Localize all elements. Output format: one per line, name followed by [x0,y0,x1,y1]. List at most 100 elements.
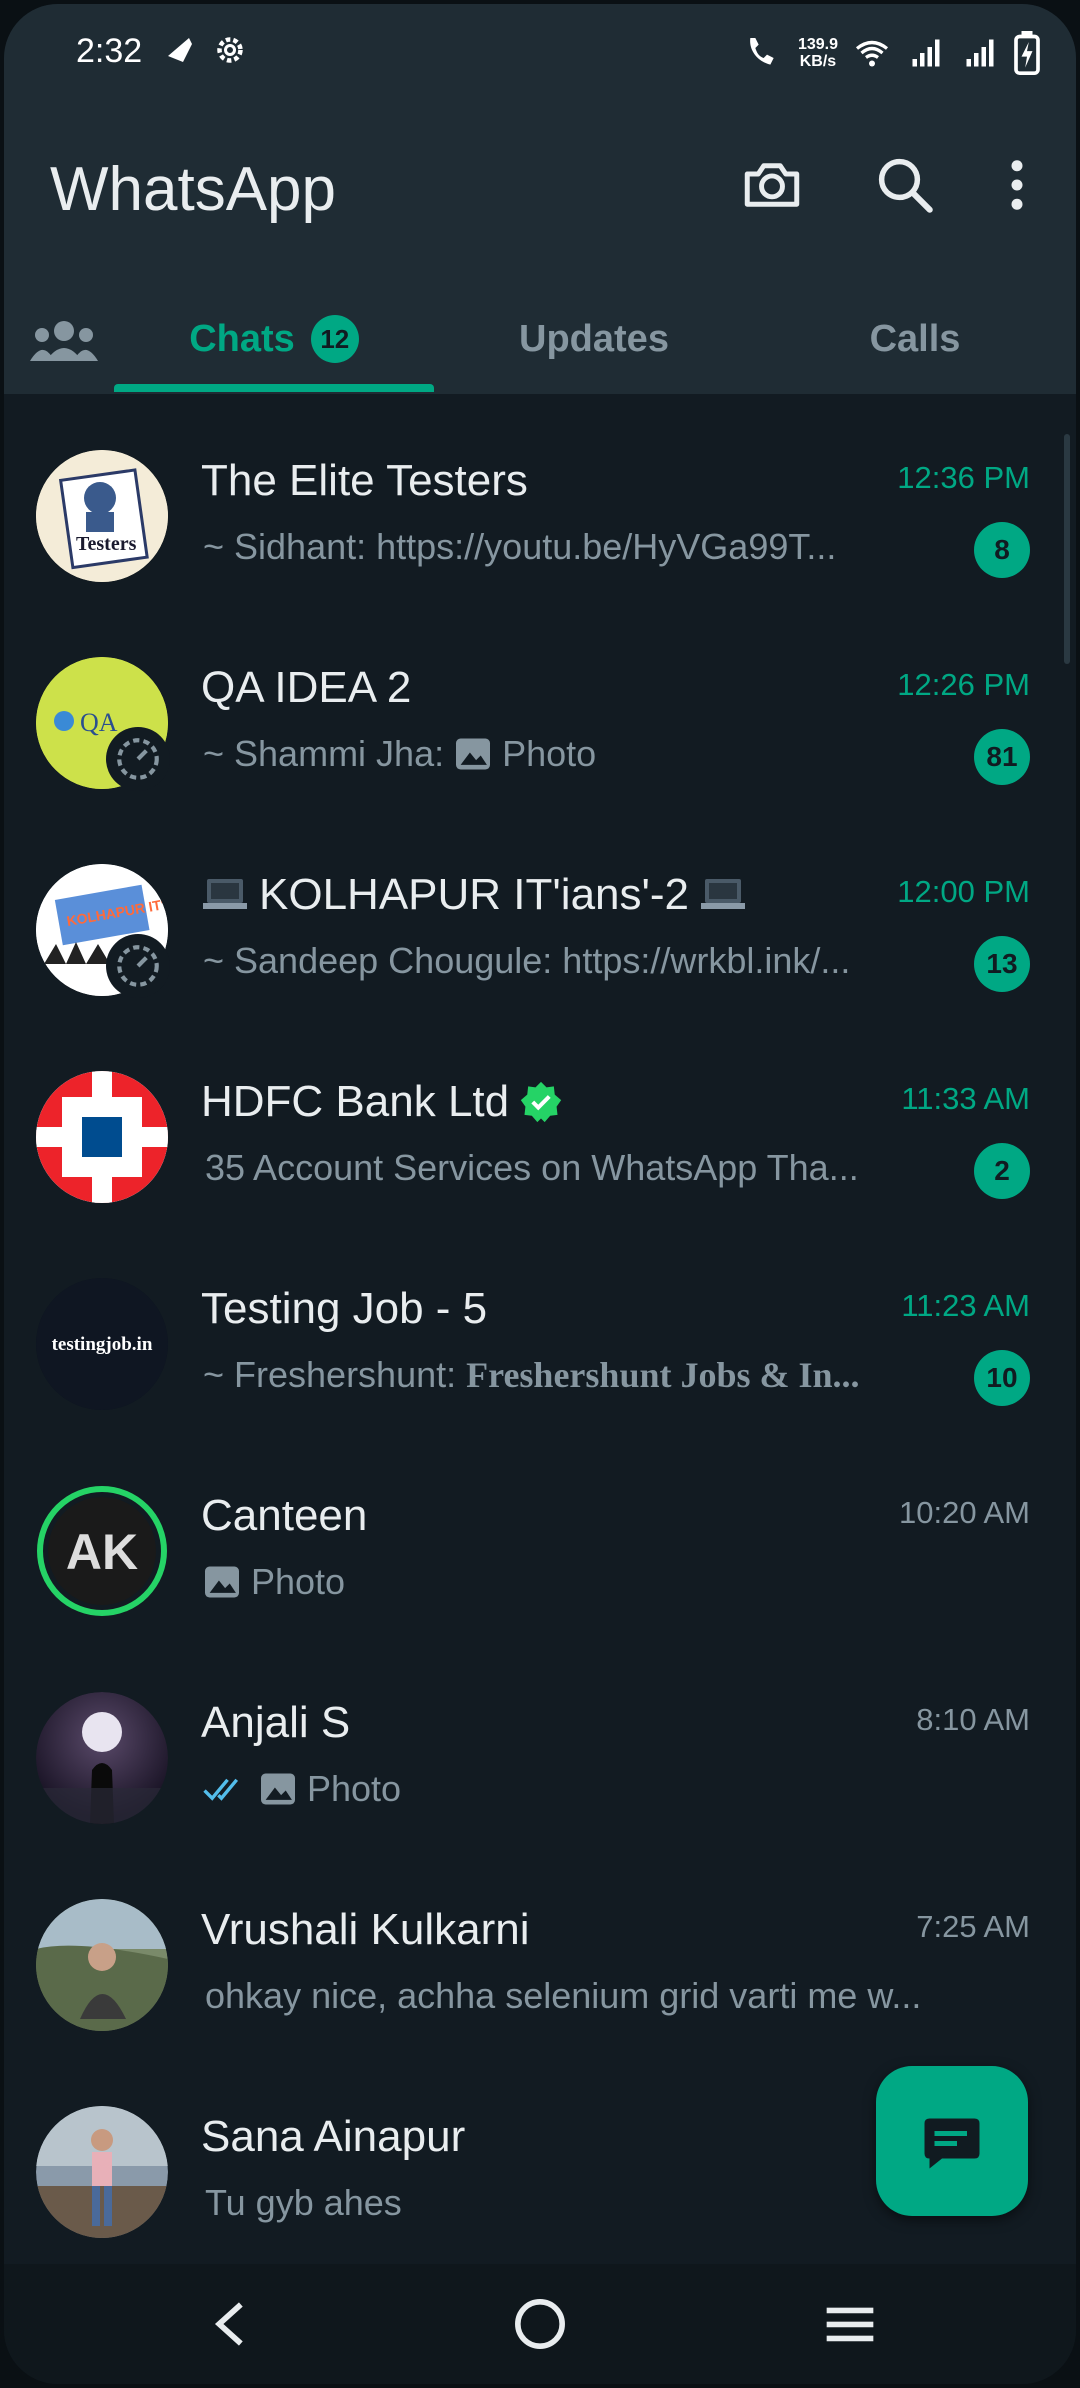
read-receipt-icon [203,1778,239,1801]
settings-gear-icon [217,37,243,63]
chat-time: 10:20 AM [899,1495,1030,1530]
chat-row-testing-job[interactable]: testingjob.in Testing Job - 5 11:23 AM ~… [4,1222,1076,1429]
back-icon [214,2302,243,2346]
vrushali-photo [36,1899,168,2031]
status-bar: 2:32 139.9 KB/s [4,4,1076,104]
signal-sim1-icon [912,39,940,67]
chat-time: 12:36 PM [897,460,1030,495]
chat-name: Testing Job - 5 [201,1284,488,1333]
chat-preview: ~ Freshershunt: Freshershunt Jobs & In..… [203,1354,860,1395]
tab-chats[interactable]: Chats 12 [114,284,434,394]
signal-sim2-icon [966,39,994,67]
volte-call-icon [750,38,774,65]
phone-screen: 2:32 139.9 KB/s WhatsApp Chats 12 Update… [4,4,1076,2384]
canteen-avatar-status-ring: AK [37,1486,167,1616]
laptop-emoji-icon [701,879,746,909]
unread-count-badge: 10 [974,1350,1030,1406]
testingjob-logo: testingjob.in [36,1278,168,1410]
photo-icon [456,738,491,770]
chat-name: Canteen [201,1491,368,1540]
communities-icon [30,321,98,361]
svg-text:QA: QA [80,708,118,737]
photo-icon [205,1566,239,1598]
chat-row-elite-testers[interactable]: Testers The Elite Testers 12:36 PM ~ Sid… [4,394,1076,601]
chat-preview: ~ Shammi Jha: Photo [203,733,597,774]
chat-time: 11:33 AM [901,1081,1030,1116]
chat-name: KOLHAPUR IT'ians'-2 [201,870,747,920]
app-title: WhatsApp [50,155,337,224]
back-button[interactable] [190,2284,270,2364]
avatar-elite-testers: Testers [36,450,168,582]
notification-icon [168,38,192,62]
unread-count-badge: 13 [974,936,1030,992]
new-chat-button[interactable] [876,2066,1028,2216]
battery-charging-icon [1014,31,1040,75]
laptop-emoji-icon [203,879,247,909]
anjali-photo [36,1692,168,1824]
chat-row-anjali-s[interactable]: Anjali S 8:10 AM Photo [4,1636,1076,1843]
avatar-canteen: AK [36,1485,168,1617]
chat-time: 11:23 AM [901,1288,1030,1323]
system-nav-bar [4,2264,1076,2384]
svg-text:testingjob.in: testingjob.in [52,1334,153,1355]
chat-time: 12:00 PM [897,874,1030,909]
net-speed: 139.9 KB/s [797,36,838,70]
tab-chats-label: Chats [189,317,295,360]
camera-icon[interactable] [739,152,805,218]
avatar-anjali [36,1692,168,1824]
community-icon [106,934,170,998]
menu-icon [826,2307,874,2342]
tab-updates-label: Updates [519,317,669,360]
chat-name: Vrushali Kulkarni [201,1905,530,1954]
status-icons: 139.9 KB/s [740,28,1040,78]
chat-preview: Photo [203,1561,939,1603]
chat-row-hdfc-bank[interactable]: HDFC Bank Ltd 11:33 AM 35 Account Servic… [4,1015,1076,1222]
tab-calls[interactable]: Calls [754,284,1076,394]
chat-time: 12:26 PM [897,667,1030,702]
unread-count-badge: 8 [974,522,1030,578]
svg-text:Testers: Testers [76,533,137,555]
chat-time: 7:25 AM [916,1909,1030,1944]
chat-name: Sana Ainapur [201,2112,466,2161]
chat-row-vrushali-kulkarni[interactable]: Vrushali Kulkarni 7:25 AM ohkay nice, ac… [4,1843,1076,2050]
chat-name: Anjali S [201,1698,351,1747]
chat-name: HDFC Bank Ltd [201,1077,563,1127]
verified-badge-icon [520,1081,562,1123]
chat-preview: Tu gyb ahes [205,2182,402,2223]
avatar-hdfc [36,1071,168,1203]
tab-calls-label: Calls [869,317,961,360]
unread-count-badge: 81 [974,729,1030,785]
chat-preview: 35 Account Services on WhatsApp Tha... [205,1147,859,1188]
avatar-sana [36,2106,168,2238]
recents-button[interactable] [810,2284,890,2364]
chat-row-canteen[interactable]: AK Canteen 10:20 AM Photo [4,1429,1076,1636]
tab-communities[interactable] [14,284,114,394]
avatar-vrushali [36,1899,168,2031]
chats-unread-badge: 12 [310,315,359,363]
wifi-icon [855,40,889,67]
hdfc-logo [36,1071,168,1203]
chat-preview: ~ Sidhant: https://youtu.be/HyVGa99T... [203,526,837,567]
chat-row-kolhapur-itians[interactable]: KOLHAPUR IT'ians' KOLHAPUR IT'ians'-2 12… [4,808,1076,1015]
chat-preview: Photo [203,1768,939,1810]
home-icon [515,2299,565,2349]
chat-preview: ohkay nice, achha selenium grid varti me… [205,1975,922,2016]
community-icon [106,727,170,791]
tab-updates[interactable]: Updates [434,284,754,394]
home-button[interactable] [500,2284,580,2364]
chat-preview: ~ Sandeep Chougule: https://wrkbl.ink/..… [203,940,851,981]
search-icon[interactable] [872,152,938,218]
unread-count-badge: 2 [974,1143,1030,1199]
new-chat-icon [924,2118,980,2169]
chat-name: The Elite Testers [201,456,528,505]
chat-time: 8:10 AM [916,1702,1030,1737]
svg-text:AK: AK [66,1524,138,1580]
photo-icon [261,1773,295,1805]
sana-photo [36,2106,168,2238]
scrollbar[interactable] [1064,434,1070,664]
elite-testers-logo: Testers [36,450,168,582]
more-options-icon[interactable] [984,152,1050,218]
chat-row-qa-idea-2[interactable]: QA QA IDEA 2 12:26 PM ~ Shammi Jha: Phot… [4,601,1076,808]
header: 2:32 139.9 KB/s WhatsApp Chats 12 Update… [4,4,1076,394]
chat-list: Testers The Elite Testers 12:36 PM ~ Sid… [4,394,1076,2264]
